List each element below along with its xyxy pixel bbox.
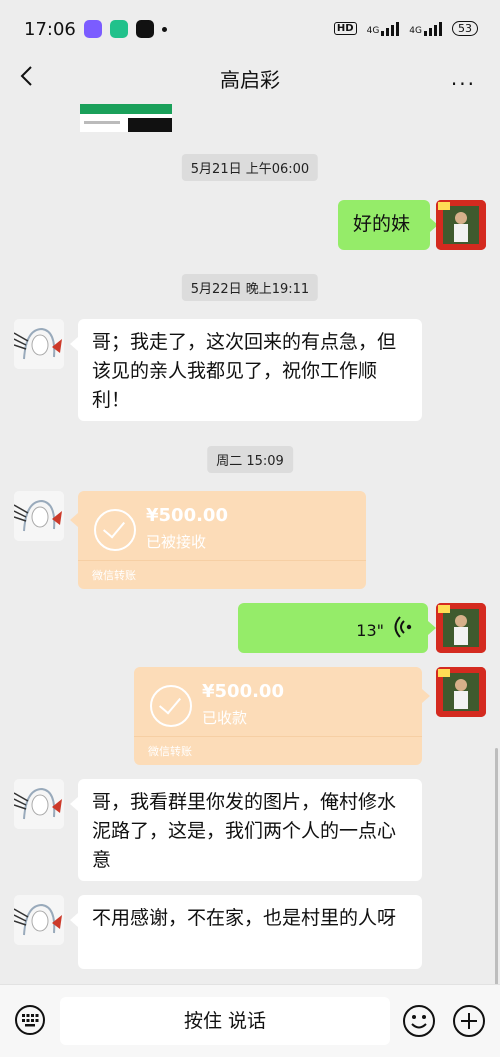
signal-icon: 4G (409, 20, 442, 36)
transfer-amount: ¥500.00 (202, 681, 284, 702)
hold-to-talk-button[interactable]: 按住 说话 (60, 997, 390, 1045)
avatar-contact[interactable] (14, 895, 64, 945)
network-label: 4G (366, 26, 380, 36)
check-circle-icon (150, 685, 192, 727)
status-time: 17:06 (24, 19, 76, 40)
voice-wave-icon (394, 616, 412, 638)
scrollbar[interactable] (495, 748, 498, 984)
message-bubble-contact[interactable]: 哥，我看群里你发的图片，俺村修水泥路了，这是，我们两个人的一点心意 (70, 779, 422, 881)
notification-icons (84, 20, 167, 38)
message-bubble-contact[interactable]: 不用感谢，不在家，也是村里的人呀 (70, 895, 422, 969)
avatar-contact[interactable] (14, 491, 64, 541)
transfer-card-received[interactable]: ¥500.00 已被接收 微信转账 (70, 491, 366, 589)
timestamp: 5月21日 上午06:00 (181, 154, 319, 181)
app-notification-icon (84, 20, 102, 38)
transfer-footer: 微信转账 (92, 569, 136, 582)
status-bar: 17:06 HD 4G 4G 53 (0, 0, 500, 60)
status-indicators: HD 4G 4G 53 (333, 20, 478, 36)
battery-icon: 53 (452, 20, 478, 36)
keyboard-toggle-icon[interactable] (14, 1004, 46, 1036)
transfer-status: 已被接收 (146, 533, 207, 551)
message-bubble-contact[interactable]: 哥；我走了，这次回来的有点急，但该见的亲人我都见了，祝你工作顺利！ (70, 319, 422, 421)
transfer-card-collected[interactable]: ¥500.00 已收款 微信转账 (134, 667, 430, 765)
tiktok-icon (136, 20, 154, 38)
more-options-icon[interactable]: ··· (451, 72, 476, 96)
chat-messages[interactable]: 5月21日 上午06:00 好的妹 5月22日 晚上19:11 哥；我走了，这次… (0, 104, 500, 984)
voice-duration: 13" (356, 621, 384, 640)
timestamp: 5月22日 晚上19:11 (181, 274, 319, 301)
app-notification-icon (110, 20, 128, 38)
chat-header: 高启彩 ··· (0, 60, 500, 104)
avatar-contact[interactable] (14, 319, 64, 369)
plus-icon[interactable] (452, 1004, 486, 1038)
transfer-amount: ¥500.00 (146, 505, 228, 526)
chat-title: 高启彩 (220, 68, 280, 92)
input-bar: 按住 说话 (0, 984, 500, 1057)
image-message-partial[interactable] (80, 104, 172, 132)
avatar-contact[interactable] (14, 779, 64, 829)
hd-icon: HD (333, 21, 357, 35)
voice-message-self[interactable]: 13" (238, 603, 436, 653)
signal-icon: 4G (367, 20, 400, 36)
transfer-footer: 微信转账 (148, 745, 192, 758)
transfer-status: 已收款 (202, 709, 248, 727)
avatar-self[interactable] (436, 200, 486, 250)
timestamp: 周二 15:09 (207, 446, 293, 473)
avatar-self[interactable] (436, 667, 486, 717)
network-label: 4G (409, 26, 422, 36)
emoji-icon[interactable] (402, 1004, 436, 1038)
message-bubble-self[interactable]: 好的妹 (338, 200, 438, 250)
check-circle-icon (94, 509, 136, 551)
avatar-self[interactable] (436, 603, 486, 653)
more-notifications-dot (162, 26, 167, 32)
